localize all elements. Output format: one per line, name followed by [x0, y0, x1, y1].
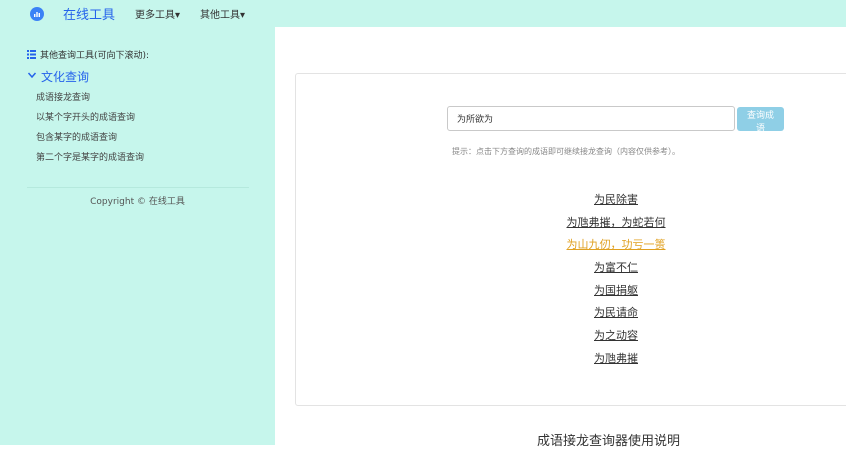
sidebar-header-label: 其他查询工具(可向下滚动):	[40, 51, 150, 61]
sidebar-link-starts-with[interactable]: 以某个字开头的成语查询	[36, 110, 135, 123]
idiom-search-input[interactable]	[447, 106, 735, 131]
result-link[interactable]: 为虺弗摧，为蛇若何	[296, 212, 846, 235]
top-navbar: 在线工具 更多工具▾ 其他工具▾	[0, 0, 846, 27]
chevron-down-icon	[27, 70, 37, 83]
more-tools-menu[interactable]: 更多工具▾	[135, 6, 180, 21]
search-card: 查询成语 提示：点击下方查询的成语即可继续接龙查询（内容仅供参考）。 为民除害 …	[295, 73, 846, 406]
main-content: 查询成语 提示：点击下方查询的成语即可继续接龙查询（内容仅供参考）。 为民除害 …	[275, 27, 846, 449]
list-icon	[27, 50, 36, 59]
brand-link[interactable]: 在线工具	[63, 4, 115, 23]
sidebar-category-label: 文化查询	[41, 70, 90, 84]
sidebar-divider	[27, 187, 249, 188]
result-link-hovered[interactable]: 为山九仞，功亏一篑	[296, 234, 846, 257]
results-list: 为民除害 为虺弗摧，为蛇若何 为山九仞，功亏一篑 为富不仁 为国捐躯 为民请命 …	[296, 189, 846, 371]
sidebar-link-idiom-chain[interactable]: 成语接龙查询	[36, 90, 90, 103]
hint-text: 提示：点击下方查询的成语即可继续接龙查询（内容仅供参考）。	[452, 147, 680, 156]
result-link[interactable]: 为民除害	[296, 189, 846, 212]
result-link[interactable]: 为虺弗摧	[296, 348, 846, 371]
sidebar-link-second-char[interactable]: 第二个字是某字的成语查询	[36, 150, 144, 163]
logo-icon[interactable]	[30, 6, 44, 21]
sidebar-header: 其他查询工具(可向下滚动):	[27, 48, 149, 61]
sidebar: 其他查询工具(可向下滚动): 文化查询 成语接龙查询 以某个字开头的成语查询 包…	[0, 27, 275, 445]
result-link[interactable]: 为之动容	[296, 325, 846, 348]
other-tools-menu[interactable]: 其他工具▾	[200, 6, 245, 21]
sidebar-link-contains[interactable]: 包含某字的成语查询	[36, 130, 117, 143]
copyright-text: Copyright © 在线工具	[90, 197, 185, 207]
sidebar-category-culture[interactable]: 文化查询	[27, 68, 89, 85]
usage-section-title: 成语接龙查询器使用说明	[537, 434, 681, 449]
result-link[interactable]: 为民请命	[296, 302, 846, 325]
result-link[interactable]: 为富不仁	[296, 257, 846, 280]
result-link[interactable]: 为国捐躯	[296, 280, 846, 303]
search-idiom-button[interactable]: 查询成语	[737, 107, 784, 134]
